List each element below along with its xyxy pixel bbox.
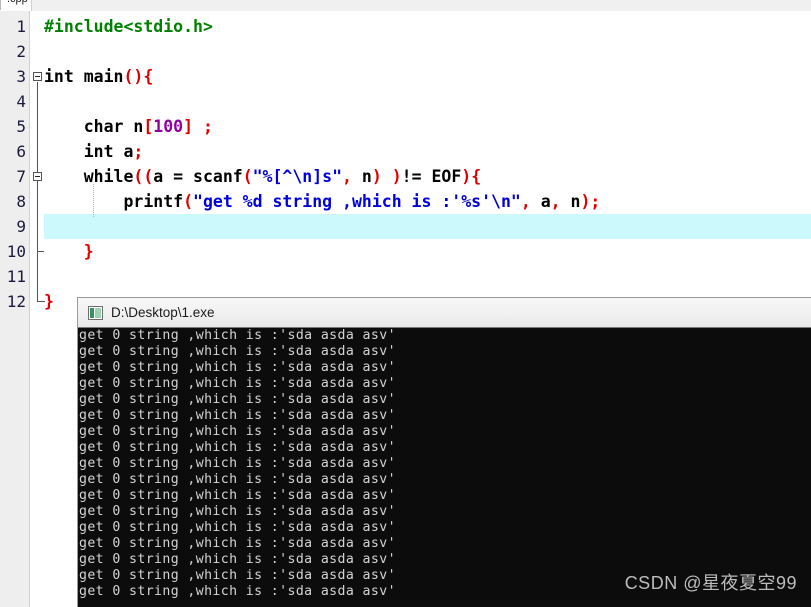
code-line-1: #include<stdio.h> bbox=[44, 14, 213, 39]
console-output-line: get 0 string ,which is :'sda asda asv' bbox=[79, 328, 396, 343]
code-line-8: printf("get %d string ,which is :'%s'\n"… bbox=[44, 189, 600, 214]
line-number: 9 bbox=[16, 217, 26, 236]
console-output-line: get 0 string ,which is :'sda asda asv' bbox=[79, 376, 396, 391]
code-token: != EOF bbox=[401, 167, 462, 186]
fold-toggle-line-7[interactable] bbox=[33, 172, 42, 181]
code-token: } bbox=[44, 292, 54, 311]
code-token: int a bbox=[44, 142, 134, 161]
code-token: printf bbox=[44, 192, 184, 211]
code-token: a bbox=[530, 192, 551, 211]
watermark-text: CSDN @星夜夏空99 bbox=[624, 573, 797, 593]
current-line-highlight bbox=[44, 214, 811, 239]
code-token: a = scanf bbox=[153, 167, 243, 186]
console-output-line: get 0 string ,which is :'sda asda asv' bbox=[79, 568, 396, 583]
line-number: 7 bbox=[16, 167, 26, 186]
console-output-line: get 0 string ,which is :'sda asda asv' bbox=[79, 584, 396, 599]
code-token: 100 bbox=[153, 117, 184, 136]
code-token: ] bbox=[183, 117, 194, 136]
code-line-10: } bbox=[44, 239, 94, 264]
console-app-icon bbox=[88, 306, 103, 320]
fold-toggle-line-3[interactable] bbox=[33, 72, 42, 81]
line-number: 4 bbox=[16, 92, 26, 111]
code-token: ( bbox=[242, 167, 253, 186]
code-token: (){ bbox=[123, 67, 154, 86]
line-number: 12 bbox=[6, 292, 26, 311]
editor-tab-active[interactable]: .cpp bbox=[0, 0, 35, 10]
code-token: ) bbox=[371, 167, 382, 186]
console-output-area[interactable]: get 0 string ,which is :'sda asda asv' ge… bbox=[78, 328, 811, 607]
code-line-5: char n[100] ; bbox=[44, 114, 213, 139]
console-title-text: D:\Desktop\1.exe bbox=[111, 305, 215, 320]
code-token: while bbox=[44, 167, 134, 186]
console-output-line: get 0 string ,which is :'sda asda asv' bbox=[79, 360, 396, 375]
code-token: } bbox=[44, 242, 94, 261]
code-line-12: } bbox=[44, 289, 54, 314]
code-token: ; bbox=[590, 192, 601, 211]
code-token: ; bbox=[133, 142, 144, 161]
code-token: char n bbox=[44, 117, 144, 136]
indent-guide bbox=[93, 184, 94, 217]
line-number: 8 bbox=[16, 192, 26, 211]
code-line-3: int main(){ bbox=[44, 64, 153, 89]
code-token: , bbox=[550, 192, 561, 211]
console-output-line: get 0 string ,which is :'sda asda asv' bbox=[79, 424, 396, 439]
code-token: "%[^\n]s" bbox=[252, 167, 343, 186]
code-token: ){ bbox=[461, 167, 482, 186]
line-number: 3 bbox=[16, 67, 26, 86]
code-token: ) bbox=[391, 167, 402, 186]
line-number: 5 bbox=[16, 117, 26, 136]
console-output-line: get 0 string ,which is :'sda asda asv' bbox=[79, 536, 396, 551]
console-output-line: get 0 string ,which is :'sda asda asv' bbox=[79, 488, 396, 503]
code-token: n bbox=[351, 167, 372, 186]
console-output-line: get 0 string ,which is :'sda asda asv' bbox=[79, 456, 396, 471]
code-token: "get %d string ,which is :'%s'\n" bbox=[193, 192, 521, 211]
code-token: n bbox=[560, 192, 581, 211]
code-token: (( bbox=[133, 167, 154, 186]
console-titlebar[interactable]: D:\Desktop\1.exe bbox=[78, 298, 811, 328]
code-token: ( bbox=[183, 192, 194, 211]
code-line-6: int a; bbox=[44, 139, 144, 164]
code-token: [ bbox=[143, 117, 154, 136]
console-output-line: get 0 string ,which is :'sda asda asv' bbox=[79, 552, 396, 567]
line-number: 10 bbox=[6, 242, 26, 261]
editor-tab-strip: .cpp bbox=[0, 0, 811, 11]
console-output-line: get 0 string ,which is :'sda asda asv' bbox=[79, 504, 396, 519]
fold-guide-line bbox=[37, 82, 38, 301]
fold-end-tick bbox=[37, 251, 44, 252]
console-output-line: get 0 string ,which is :'sda asda asv' bbox=[79, 472, 396, 487]
console-output-line: get 0 string ,which is :'sda asda asv' bbox=[79, 520, 396, 535]
editor-tab-strip-filler bbox=[31, 0, 811, 11]
console-output-line: get 0 string ,which is :'sda asda asv' bbox=[79, 440, 396, 455]
console-output-line: get 0 string ,which is :'sda asda asv' bbox=[79, 344, 396, 359]
code-line-7: while((a = scanf("%[^\n]s", n) )!= EOF){ bbox=[44, 164, 481, 189]
line-number: 1 bbox=[16, 17, 26, 36]
console-output-line: get 0 string ,which is :'sda asda asv' bbox=[79, 408, 396, 423]
console-window[interactable]: D:\Desktop\1.exe get 0 string ,which is … bbox=[78, 298, 811, 607]
code-token: , bbox=[520, 192, 531, 211]
console-output-line: get 0 string ,which is :'sda asda asv' bbox=[79, 392, 396, 407]
line-number: 6 bbox=[16, 142, 26, 161]
code-token: int main bbox=[44, 67, 124, 86]
line-number: 2 bbox=[16, 42, 26, 61]
code-token: , bbox=[342, 167, 352, 186]
line-number: 11 bbox=[6, 267, 26, 286]
code-token: ) bbox=[580, 192, 591, 211]
code-token: #include<stdio.h> bbox=[44, 17, 213, 36]
code-token: ; bbox=[202, 117, 213, 136]
